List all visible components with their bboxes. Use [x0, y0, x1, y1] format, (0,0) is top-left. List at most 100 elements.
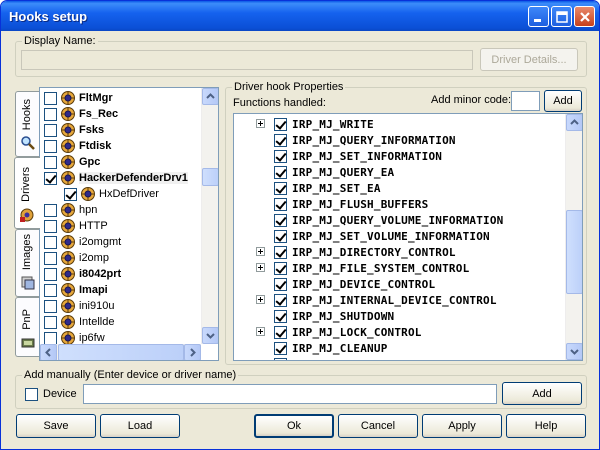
driver-checkbox[interactable] — [44, 139, 57, 153]
driver-item[interactable]: HTTP — [44, 218, 108, 234]
tab-images[interactable]: Images — [15, 229, 39, 297]
driver-checkbox[interactable] — [44, 171, 57, 185]
function-item[interactable]: IRP_MJ_INTERNAL_DEVICE_CONTROL — [256, 292, 497, 308]
function-checkbox[interactable] — [274, 181, 287, 195]
function-checkbox[interactable] — [274, 341, 287, 355]
minor-code-input[interactable] — [511, 91, 540, 111]
driver-checkbox[interactable] — [44, 219, 57, 233]
function-checkbox[interactable] — [274, 229, 287, 243]
drivers-hscrollbar[interactable] — [40, 344, 201, 360]
function-item[interactable]: IRP_MJ_FILE_SYSTEM_CONTROL — [256, 260, 469, 276]
function-checkbox[interactable] — [274, 261, 287, 275]
function-checkbox[interactable] — [274, 133, 287, 147]
driver-details-button[interactable]: Driver Details... — [480, 48, 578, 71]
device-checkbox[interactable] — [25, 388, 38, 401]
functions-vscrollbar[interactable] — [565, 114, 582, 360]
function-item[interactable]: IRP_MJ_QUERY_INFORMATION — [256, 132, 456, 148]
driver-checkbox[interactable] — [44, 299, 57, 313]
scroll-thumb[interactable] — [202, 168, 218, 186]
fn-scroll-up-button[interactable] — [566, 114, 582, 131]
functions-list[interactable]: IRP_MJ_WRITE IRP_MJ_QUERY_INFORMATION IRP_… — [233, 113, 583, 361]
function-checkbox[interactable] — [274, 293, 287, 307]
function-item[interactable]: IRP_MJ_QUERY_VOLUME_INFORMATION — [256, 212, 504, 228]
tab-pnp[interactable]: PnP — [15, 297, 39, 357]
function-checkbox[interactable] — [274, 197, 287, 211]
fn-scroll-thumb[interactable] — [566, 210, 582, 294]
drivers-vscrollbar[interactable] — [201, 88, 218, 344]
scroll-down-button[interactable] — [202, 327, 218, 344]
expand-plus-icon[interactable] — [256, 247, 265, 256]
close-button[interactable] — [574, 6, 595, 27]
driver-checkbox[interactable] — [44, 315, 57, 329]
driver-item[interactable]: Intellde — [44, 314, 114, 330]
expand-plus-icon[interactable] — [256, 119, 265, 128]
function-item[interactable]: IRP_MJ_CREATE_MAILSLOT — [256, 356, 442, 360]
function-item[interactable]: IRP_MJ_DIRECTORY_CONTROL — [256, 244, 456, 260]
drivers-tree[interactable]: FltMgr Fs_Rec Fsks Ftdisk Gpc HackerDefenderD… — [39, 87, 219, 361]
function-item[interactable]: IRP_MJ_CLEANUP — [256, 340, 388, 356]
expand-plus-icon[interactable] — [256, 263, 265, 272]
function-item[interactable]: IRP_MJ_FLUSH_BUFFERS — [256, 196, 428, 212]
ok-button[interactable]: Ok — [254, 414, 334, 438]
apply-button[interactable]: Apply — [422, 414, 502, 438]
driver-checkbox[interactable] — [64, 187, 77, 201]
function-checkbox[interactable] — [274, 213, 287, 227]
maximize-button[interactable] — [551, 6, 572, 27]
function-item[interactable]: IRP_MJ_SET_INFORMATION — [256, 148, 442, 164]
driver-item[interactable]: Gpc — [44, 154, 100, 170]
function-item[interactable]: IRP_MJ_SET_EA — [256, 180, 381, 196]
scroll-up-button[interactable] — [202, 88, 218, 105]
function-checkbox[interactable] — [274, 277, 287, 291]
function-item[interactable]: IRP_MJ_SET_VOLUME_INFORMATION — [256, 228, 490, 244]
driver-item[interactable]: ini910u — [44, 298, 114, 314]
function-checkbox[interactable] — [274, 325, 287, 339]
tab-drivers[interactable]: Drivers — [14, 157, 40, 229]
manual-device-input[interactable] — [83, 384, 497, 404]
driver-checkbox[interactable] — [44, 155, 57, 169]
driver-item[interactable]: hpn — [44, 202, 97, 218]
driver-checkbox[interactable] — [44, 91, 57, 105]
function-checkbox[interactable] — [274, 309, 287, 323]
driver-item[interactable]: i2omgmt — [44, 234, 121, 250]
driver-checkbox[interactable] — [44, 283, 57, 297]
driver-checkbox[interactable] — [44, 203, 57, 217]
tab-hooks[interactable]: Hooks — [15, 91, 39, 157]
driver-item[interactable]: i8042prt — [44, 266, 121, 282]
expand-plus-icon[interactable] — [256, 295, 265, 304]
driver-item[interactable]: Imapi — [44, 282, 108, 298]
driver-item[interactable]: i2omp — [44, 250, 109, 266]
driver-checkbox[interactable] — [44, 107, 57, 121]
help-button[interactable]: Help — [506, 414, 586, 438]
function-item[interactable]: IRP_MJ_WRITE — [256, 116, 374, 132]
display-name-field[interactable] — [21, 50, 473, 70]
function-checkbox[interactable] — [274, 149, 287, 163]
driver-item[interactable]: Fs_Rec — [44, 106, 118, 122]
title-bar[interactable]: Hooks setup — [1, 1, 599, 31]
function-checkbox[interactable] — [274, 245, 287, 259]
driver-item[interactable]: HxDefDriver — [64, 186, 159, 202]
add-minor-code-button[interactable]: Add — [544, 90, 582, 112]
function-item[interactable]: IRP_MJ_LOCK_CONTROL — [256, 324, 422, 340]
driver-checkbox[interactable] — [44, 267, 57, 281]
function-item[interactable]: IRP_MJ_SHUTDOWN — [256, 308, 394, 324]
save-button[interactable]: Save — [16, 414, 96, 438]
hscroll-thumb[interactable] — [58, 344, 184, 360]
driver-item[interactable]: Fsks — [44, 122, 104, 138]
cancel-button[interactable]: Cancel — [338, 414, 418, 438]
driver-checkbox[interactable] — [44, 123, 57, 137]
minimize-button[interactable] — [528, 6, 549, 27]
function-checkbox[interactable] — [274, 165, 287, 179]
driver-item[interactable]: HackerDefenderDrv1 — [44, 170, 188, 186]
scroll-left-button[interactable] — [40, 344, 57, 360]
function-checkbox[interactable] — [274, 117, 287, 131]
driver-item[interactable]: FltMgr — [44, 90, 113, 106]
fn-scroll-down-button[interactable] — [566, 343, 582, 360]
driver-checkbox[interactable] — [44, 251, 57, 265]
expand-plus-icon[interactable] — [256, 327, 265, 336]
scroll-right-button[interactable] — [184, 344, 201, 360]
driver-checkbox[interactable] — [44, 331, 57, 345]
function-checkbox[interactable] — [274, 357, 287, 360]
function-item[interactable]: IRP_MJ_DEVICE_CONTROL — [256, 276, 435, 292]
function-item[interactable]: IRP_MJ_QUERY_EA — [256, 164, 394, 180]
add-manual-button[interactable]: Add — [502, 382, 582, 405]
